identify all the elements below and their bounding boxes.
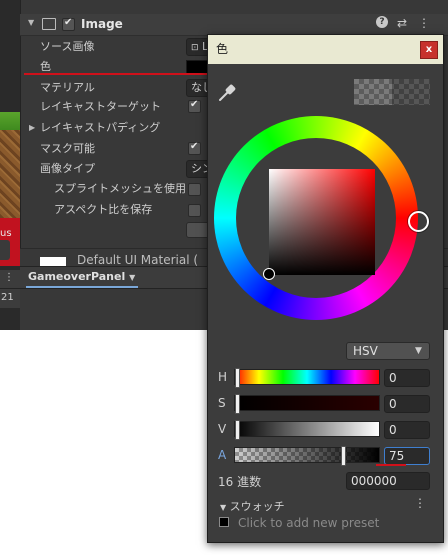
image-type-label: 画像タイプ [40, 162, 95, 175]
close-button[interactable]: x [420, 41, 438, 59]
component-header[interactable]: ▼ Image ? ⇄ ⋮ [20, 14, 448, 36]
preserve-aspect-checkbox[interactable] [188, 204, 201, 217]
source-image-label: ソース画像 [40, 40, 95, 53]
collapse-arrow-icon[interactable]: ▼ [28, 18, 34, 27]
saturation-input[interactable]: 0 [384, 395, 430, 413]
gameover-panel-label: GameoverPanel [28, 270, 126, 283]
raycast-target-label: レイキャストターゲット [40, 100, 161, 113]
preserve-aspect-label: アスペクト比を保存 [54, 203, 153, 216]
color-row-annotation-line [24, 73, 210, 75]
alpha-slider[interactable] [234, 446, 380, 466]
raycast-padding-label[interactable]: レイキャストパディング [40, 118, 160, 138]
hex-label: 16 進数 [218, 475, 262, 489]
use-sprite-mesh-checkbox[interactable] [188, 183, 201, 196]
color-picker-title: 色 [216, 42, 229, 56]
maskable-label: マスク可能 [40, 142, 95, 155]
color-picker-titlebar[interactable] [208, 35, 443, 64]
color-preview-swatch [354, 79, 430, 105]
hue-label: H [218, 370, 228, 384]
chevron-down-icon: ▼ [415, 346, 422, 356]
component-title: Image [81, 17, 123, 31]
value-slider-handle[interactable] [235, 420, 240, 440]
value-slider[interactable] [234, 420, 380, 440]
color-field[interactable] [186, 60, 208, 74]
dropdown-arrow-icon: ▼ [129, 273, 136, 282]
scene-toolbar: ⋮ [0, 270, 20, 288]
image-component-icon [42, 18, 56, 30]
material-label: マテリアル [40, 81, 95, 94]
saturation-slider-handle[interactable] [235, 394, 240, 414]
scene-text-fragment: us [0, 228, 12, 239]
foldout-arrow-icon: ▼ [220, 503, 227, 512]
hue-handle[interactable] [408, 211, 429, 232]
hex-input[interactable]: 000000 [346, 472, 430, 490]
value-label: V [218, 422, 227, 436]
material-preview-swatch [40, 257, 66, 266]
help-icon[interactable]: ? [376, 16, 388, 28]
preset-swatch[interactable] [219, 517, 229, 527]
object-picker-icon: ⊡ [191, 43, 199, 53]
scene-number: 21 [1, 292, 14, 303]
alpha-input[interactable]: 75 [384, 447, 430, 465]
swatches-foldout[interactable]: ▼ スウォッチ [220, 498, 285, 514]
gameover-panel-dropdown[interactable]: GameoverPanel ▼ [24, 268, 139, 286]
scene-lower [0, 330, 20, 555]
material-name: Default UI Material ( [77, 253, 199, 267]
eyedropper-icon[interactable] [216, 82, 238, 104]
expand-arrow-icon[interactable]: ▶ [29, 123, 35, 132]
alpha-annotation-line [376, 464, 406, 466]
alpha-slider-handle[interactable] [341, 446, 346, 466]
saturation-slider[interactable] [234, 394, 380, 414]
grass-tile [0, 112, 20, 130]
more-icon[interactable]: ⋮ [4, 272, 14, 283]
hue-slider[interactable] [234, 368, 380, 388]
presets-icon[interactable]: ⇄ [397, 16, 407, 30]
hue-slider-handle[interactable] [235, 368, 240, 388]
scene-handle[interactable] [0, 240, 10, 260]
saturation-value-square[interactable] [269, 169, 375, 275]
value-input[interactable]: 0 [384, 421, 430, 439]
swatches-label: スウォッチ [229, 500, 285, 513]
component-enabled-checkbox[interactable] [62, 17, 75, 31]
maskable-checkbox[interactable] [188, 141, 201, 155]
component-menu-icon[interactable]: ⋮ [418, 16, 430, 30]
swatches-menu-icon[interactable]: ⋮ [414, 496, 426, 510]
raycast-target-checkbox[interactable] [188, 99, 201, 113]
saturation-value-handle[interactable] [263, 268, 275, 280]
saturation-label: S [218, 396, 226, 410]
alpha-label: A [218, 448, 227, 462]
add-preset-hint[interactable]: Click to add new preset [238, 516, 379, 530]
dirt-tile [0, 130, 20, 218]
hue-input[interactable]: 0 [384, 369, 430, 387]
scene-bar: 21 [0, 288, 20, 308]
use-sprite-mesh-label: スプライトメッシュを使用 [54, 182, 186, 195]
